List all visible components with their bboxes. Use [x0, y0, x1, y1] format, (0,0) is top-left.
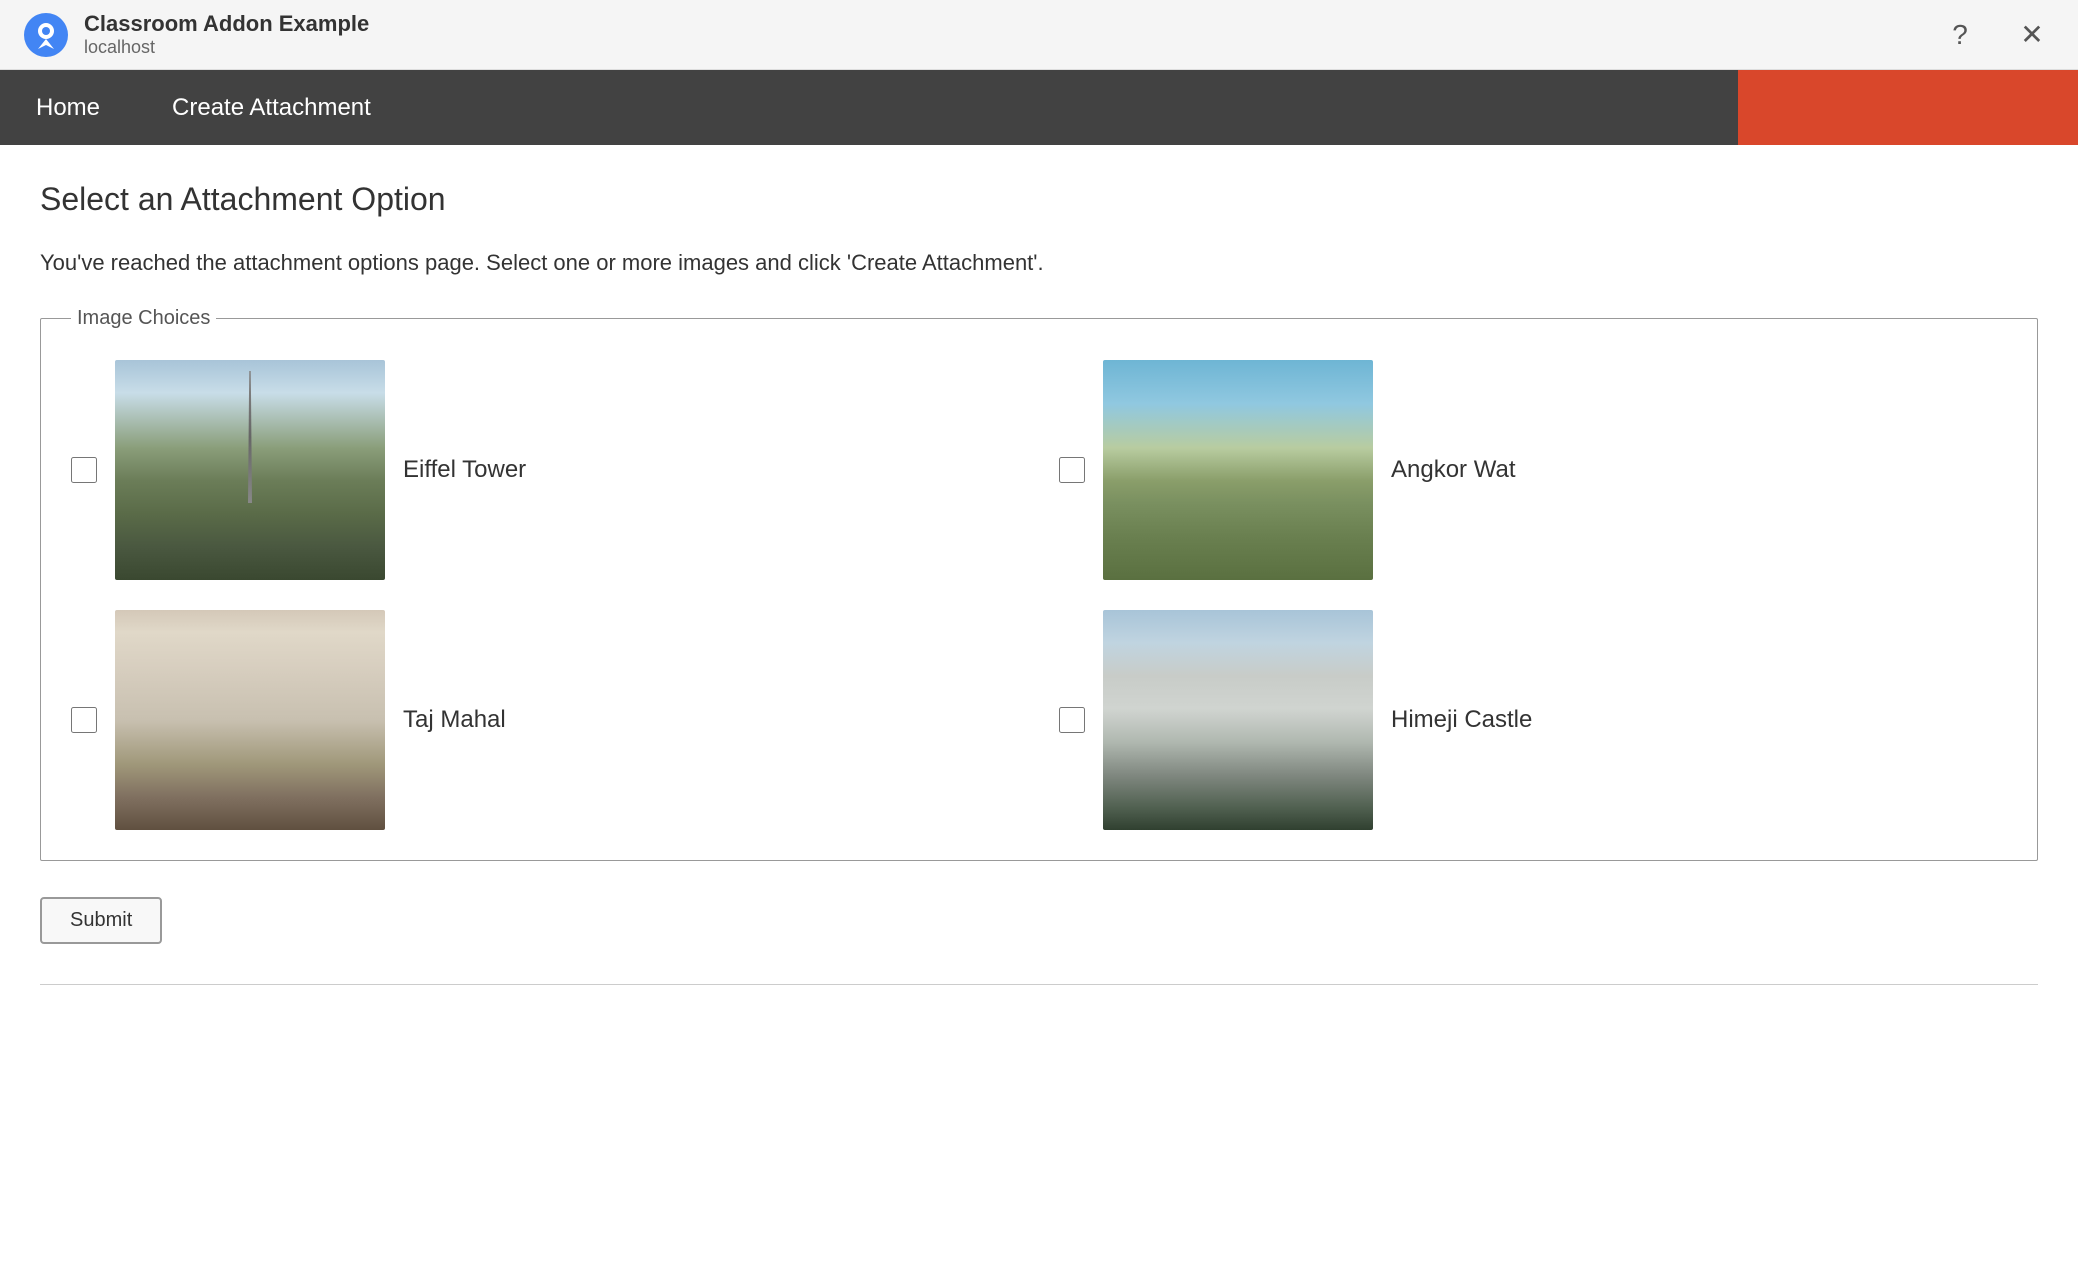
image-grid: Eiffel Tower Angkor Wat Taj Mahal Himeji… — [71, 360, 2007, 830]
checkbox-angkor[interactable] — [1059, 457, 1085, 483]
nav-bar: Home Create Attachment — [0, 70, 2078, 145]
submit-button[interactable]: Submit — [40, 897, 162, 944]
page-description: You've reached the attachment options pa… — [40, 246, 2038, 279]
label-eiffel[interactable]: Eiffel Tower — [403, 456, 526, 484]
nav-create-attachment[interactable]: Create Attachment — [136, 70, 407, 145]
main-content: Select an Attachment Option You've reach… — [0, 145, 2078, 1021]
nav-home[interactable]: Home — [0, 70, 136, 145]
checkbox-himeji[interactable] — [1059, 707, 1085, 733]
image-item-eiffel: Eiffel Tower — [71, 360, 1019, 580]
checkbox-eiffel[interactable] — [71, 457, 97, 483]
bottom-divider — [40, 984, 2038, 985]
browser-title-block: Classroom Addon Example localhost — [84, 11, 369, 58]
browser-left: Classroom Addon Example localhost — [24, 11, 369, 58]
image-choices-legend: Image Choices — [71, 307, 216, 330]
image-item-angkor: Angkor Wat — [1059, 360, 2007, 580]
app-icon — [24, 13, 68, 57]
checkbox-taj[interactable] — [71, 707, 97, 733]
help-button[interactable]: ? — [1938, 13, 1982, 57]
image-choices-fieldset: Image Choices Eiffel Tower Angkor Wat Ta… — [40, 307, 2038, 861]
browser-url: localhost — [84, 37, 369, 58]
image-himeji — [1103, 610, 1373, 830]
browser-title: Classroom Addon Example — [84, 11, 369, 37]
nav-accent — [1738, 70, 2078, 145]
image-taj — [115, 610, 385, 830]
browser-right: ? ✕ — [1938, 13, 2054, 57]
browser-chrome: Classroom Addon Example localhost ? ✕ — [0, 0, 2078, 70]
image-angkor — [1103, 360, 1373, 580]
label-taj[interactable]: Taj Mahal — [403, 706, 506, 734]
label-angkor[interactable]: Angkor Wat — [1391, 456, 1516, 484]
page-title: Select an Attachment Option — [40, 181, 2038, 218]
image-item-taj: Taj Mahal — [71, 610, 1019, 830]
image-item-himeji: Himeji Castle — [1059, 610, 2007, 830]
label-himeji[interactable]: Himeji Castle — [1391, 706, 1532, 734]
nav-spacer — [407, 70, 1738, 145]
image-eiffel — [115, 360, 385, 580]
close-button[interactable]: ✕ — [2010, 13, 2054, 57]
